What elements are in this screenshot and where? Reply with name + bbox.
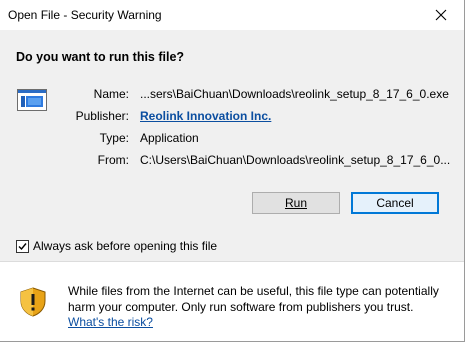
close-icon — [435, 9, 447, 21]
from-value: C:\Users\BaiChuan\Downloads\reolink_setu… — [140, 153, 451, 167]
question-heading: Do you want to run this file? — [16, 50, 185, 64]
type-value: Application — [140, 131, 199, 145]
from-label: From: — [97, 153, 129, 167]
checkmark-icon — [18, 242, 27, 250]
window-title: Open File - Security Warning — [8, 8, 162, 22]
always-ask-label: Always ask before opening this file — [33, 239, 218, 253]
warning-panel: While files from the Internet can be use… — [0, 262, 464, 341]
publisher-label: Publisher: — [75, 109, 129, 123]
warning-text: While files from the Internet can be use… — [68, 284, 439, 314]
security-warning-dialog: Open File - Security Warning Do you want… — [0, 0, 465, 342]
type-label: Type: — [99, 131, 129, 145]
run-button-label: Run — [284, 196, 307, 210]
close-button[interactable] — [418, 0, 464, 30]
security-shield-icon — [20, 287, 46, 317]
whats-the-risk-link[interactable]: What's the risk? — [68, 315, 153, 329]
warning-message: While files from the Internet can be use… — [68, 284, 458, 331]
always-ask-option[interactable]: Always ask before opening this file — [16, 239, 217, 253]
details-panel: Do you want to run this file? Name: ...s… — [0, 30, 464, 261]
run-button[interactable]: Run — [252, 192, 340, 214]
cancel-button[interactable]: Cancel — [351, 192, 439, 214]
name-label: Name: — [93, 87, 129, 101]
title-bar: Open File - Security Warning — [0, 0, 464, 30]
publisher-link[interactable]: Reolink Innovation Inc. — [140, 109, 271, 123]
cancel-button-label: Cancel — [376, 196, 414, 210]
name-value: ...sers\BaiChuan\Downloads\reolink_setup… — [140, 87, 449, 101]
application-icon — [17, 89, 47, 111]
always-ask-checkbox[interactable] — [16, 239, 29, 253]
